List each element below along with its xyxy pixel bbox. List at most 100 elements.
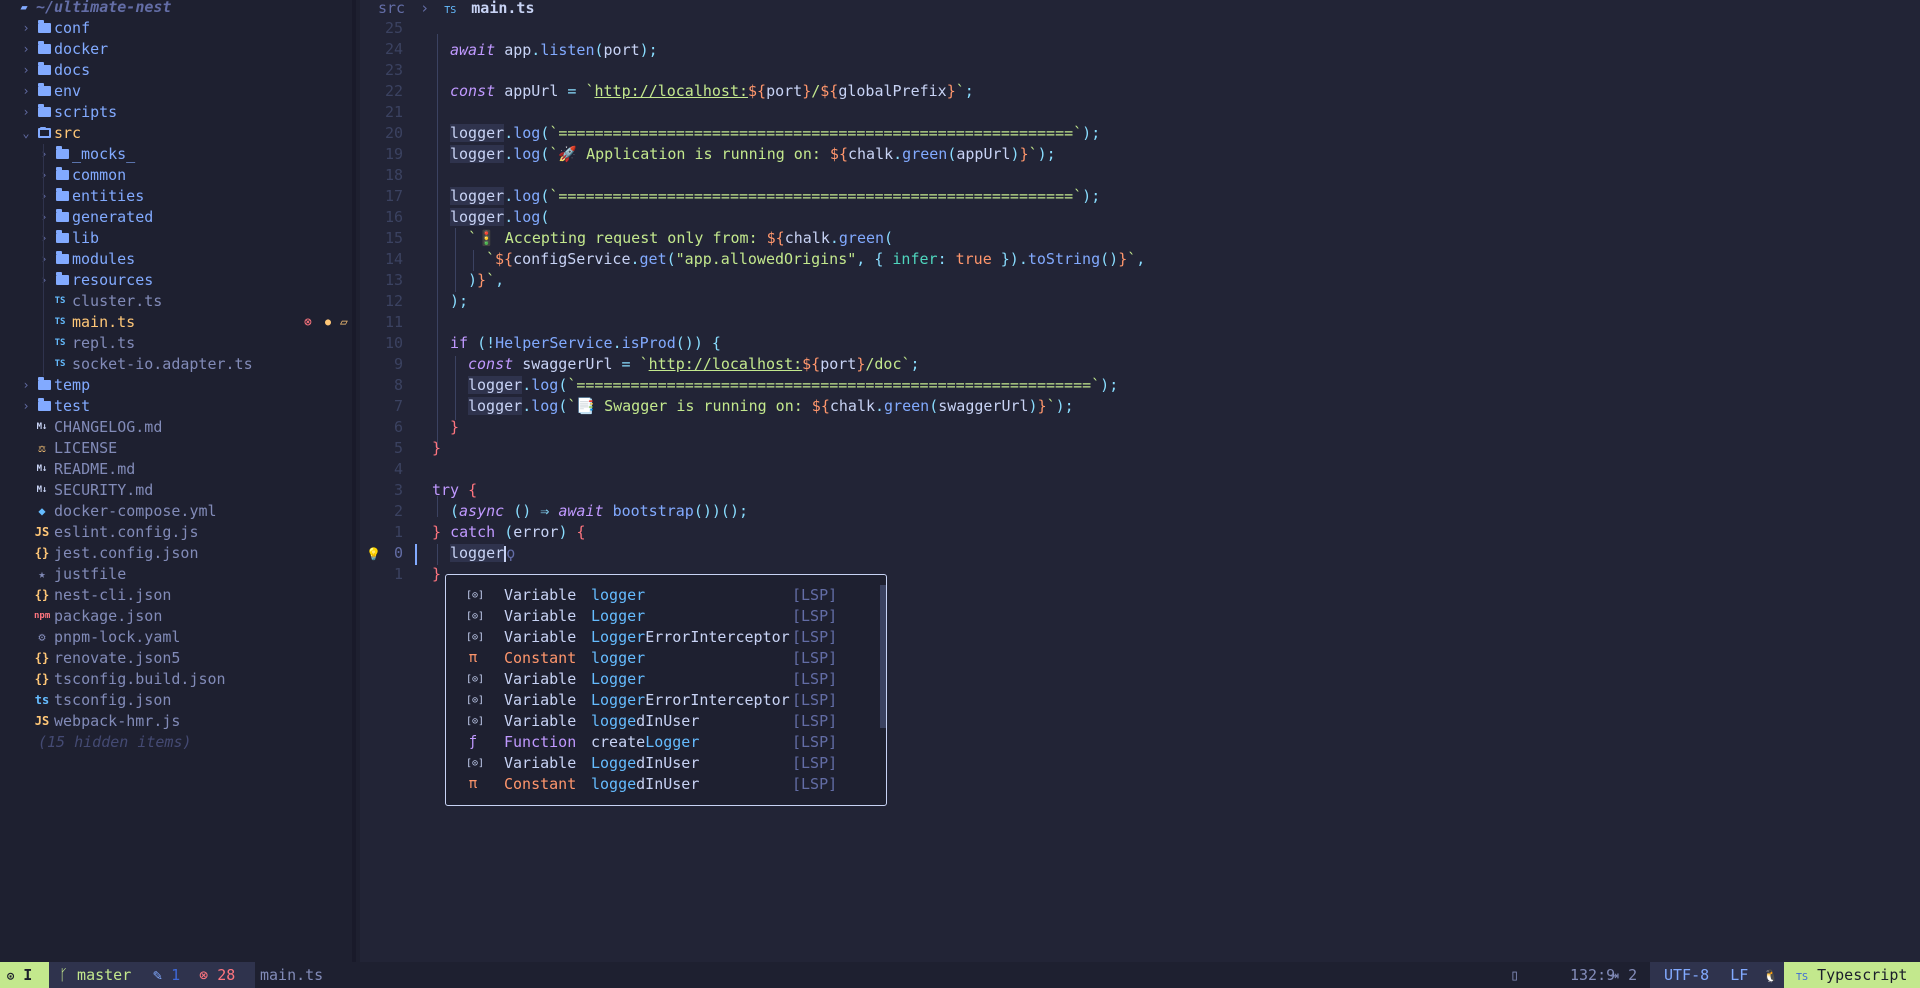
- tree-item-modules[interactable]: › modules: [0, 249, 356, 270]
- tree-item-security-md[interactable]: M↓ SECURITY.md: [0, 480, 356, 501]
- tree-item-jest-config-json[interactable]: {} jest.config.json: [0, 543, 356, 564]
- variable-kind-icon: [⊙]: [466, 632, 485, 643]
- hidden-items-label: (15 hidden items): [38, 733, 192, 751]
- tree-item-common[interactable]: › common: [0, 165, 356, 186]
- chevron-right-icon[interactable]: ›: [38, 228, 50, 249]
- completion-item[interactable]: π Constant logger [LSP]: [446, 648, 876, 669]
- tree-item-webpack-hmr-js[interactable]: JS webpack-hmr.js: [0, 711, 356, 732]
- tree-item-changelog-md[interactable]: M↓ CHANGELOG.md: [0, 417, 356, 438]
- gear-file-icon: ⚙: [38, 630, 46, 644]
- completion-item[interactable]: [⊙] Variable loggedInUser [LSP]: [446, 711, 876, 732]
- code-line[interactable]: }: [432, 564, 441, 585]
- chevron-right-icon[interactable]: ›: [38, 186, 50, 207]
- folder-icon: [54, 228, 70, 249]
- code-line[interactable]: `${configService.get("app.allowedOrigins…: [486, 249, 1145, 270]
- chevron-right-icon[interactable]: ›: [20, 375, 32, 396]
- code-line[interactable]: try {: [432, 480, 477, 501]
- code-line[interactable]: logger.log(`============================…: [450, 186, 1100, 207]
- code-line-current[interactable]: logger ϙ: [450, 543, 515, 564]
- code-line[interactable]: (async () ⇒ await bootstrap())();: [450, 501, 748, 522]
- tree-item-docker[interactable]: › docker: [0, 39, 356, 60]
- chevron-down-icon[interactable]: ⌄: [20, 123, 32, 144]
- tree-item-scripts[interactable]: › scripts: [0, 102, 356, 123]
- tree-item-main-ts[interactable]: TS main.ts ⊗ ● ▱: [0, 312, 356, 333]
- diagnostics[interactable]: ✎ 1 ⊗ 28: [151, 962, 255, 988]
- lightbulb-icon[interactable]: 💡: [366, 544, 381, 565]
- code-line[interactable]: const swaggerUrl = `http://localhost:${p…: [468, 354, 920, 375]
- chevron-right-icon[interactable]: ›: [20, 39, 32, 60]
- completion-item[interactable]: [⊙] Variable LoggerErrorInterceptor [LSP]: [446, 627, 876, 648]
- code-line[interactable]: );: [450, 291, 468, 312]
- tree-item-conf[interactable]: › conf: [0, 18, 356, 39]
- chevron-right-icon[interactable]: ›: [38, 270, 50, 291]
- chevron-right-icon[interactable]: ›: [38, 249, 50, 270]
- tree-item-generated[interactable]: › generated: [0, 207, 356, 228]
- chevron-right-icon[interactable]: ›: [20, 81, 32, 102]
- completion-item[interactable]: [⊙] Variable Logger [LSP]: [446, 669, 876, 690]
- tree-item-docs[interactable]: › docs: [0, 60, 356, 81]
- tree-item-resources[interactable]: › resources: [0, 270, 356, 291]
- chevron-right-icon[interactable]: ›: [38, 165, 50, 186]
- code-line[interactable]: logger.log(`🚀 Application is running on:…: [450, 144, 1056, 165]
- chevron-right-icon[interactable]: ›: [20, 18, 32, 39]
- chevron-right-icon[interactable]: ›: [20, 60, 32, 81]
- code-editor[interactable]: src › TS main.ts 25 24 23 22 21 20 19 18 17 16 15 1…: [360, 0, 1920, 962]
- language-mode[interactable]: TS Typescript: [1784, 962, 1920, 988]
- tree-item-test[interactable]: › test: [0, 396, 356, 417]
- completion-item[interactable]: [⊙] Variable Logger [LSP]: [446, 606, 876, 627]
- tree-item-lib[interactable]: › lib: [0, 228, 356, 249]
- completion-item[interactable]: [⊙] Variable LoggedInUser [LSP]: [446, 753, 876, 774]
- code-line[interactable]: }: [450, 417, 459, 438]
- explorer-root[interactable]: ▰ ~/ultimate-nest: [0, 0, 356, 18]
- unsaved-icon: ▱: [340, 315, 348, 330]
- tree-item-justfile[interactable]: ★ justfile: [0, 564, 356, 585]
- tree-item-tsconfig-build-json[interactable]: {} tsconfig.build.json: [0, 669, 356, 690]
- completion-item[interactable]: [⊙] Variable logger [LSP]: [446, 585, 876, 606]
- tree-item-renovate-json5[interactable]: {} renovate.json5: [0, 648, 356, 669]
- hidden-items-count[interactable]: (15 hidden items): [0, 732, 356, 753]
- code-line[interactable]: } catch (error) {: [432, 522, 586, 543]
- breadcrumb-folder[interactable]: src: [378, 0, 405, 17]
- tree-item-package-json[interactable]: npm package.json: [0, 606, 356, 627]
- tree-item-socket-io-adapter-ts[interactable]: TS socket-io.adapter.ts: [0, 354, 356, 375]
- tree-item-temp[interactable]: › temp: [0, 375, 356, 396]
- tree-item-cluster-ts[interactable]: TS cluster.ts: [0, 291, 356, 312]
- tree-item-license[interactable]: ⚖ LICENSE: [0, 438, 356, 459]
- tree-item-eslint-config-js[interactable]: JS eslint.config.js: [0, 522, 356, 543]
- tree-item-readme-md[interactable]: M↓ README.md: [0, 459, 356, 480]
- code-line[interactable]: logger.log(`============================…: [468, 375, 1118, 396]
- chevron-right-icon[interactable]: ›: [20, 102, 32, 123]
- code-line[interactable]: const appUrl = `http://localhost:${port}…: [450, 81, 974, 102]
- tree-item-docker-compose-yml[interactable]: ◆ docker-compose.yml: [0, 501, 356, 522]
- completion-item[interactable]: [⊙] Variable LoggerErrorInterceptor [LSP]: [446, 690, 876, 711]
- code-line[interactable]: if (!HelperService.isProd()) {: [450, 333, 721, 354]
- code-line[interactable]: logger.log(: [450, 207, 549, 228]
- tree-item-repl-ts[interactable]: TS repl.ts: [0, 333, 356, 354]
- code-line[interactable]: }: [432, 438, 441, 459]
- chevron-right-icon[interactable]: ›: [38, 207, 50, 228]
- tree-item-pnpm-lock-yaml[interactable]: ⚙ pnpm-lock.yaml: [0, 627, 356, 648]
- code-line[interactable]: logger.log(`============================…: [450, 123, 1100, 144]
- tree-item-src[interactable]: ⌄ src: [0, 123, 356, 144]
- completion-item[interactable]: π Constant loggedInUser [LSP]: [446, 774, 876, 795]
- completion-item[interactable]: ƒ Function createLogger [LSP]: [446, 732, 876, 753]
- tree-item-label: docker-compose.yml: [54, 502, 217, 520]
- code-line[interactable]: await app.listen(port);: [450, 40, 658, 61]
- code-line[interactable]: `🚦 Accepting request only from: ${chalk.…: [468, 228, 893, 249]
- indent-info[interactable]: ⇥ 2: [1610, 962, 1637, 988]
- chevron-right-icon[interactable]: ›: [38, 144, 50, 165]
- chevron-right-icon[interactable]: ›: [20, 396, 32, 417]
- code-line[interactable]: )}`,: [468, 270, 504, 291]
- file-format[interactable]: UTF-8 LF 🐧: [1650, 962, 1784, 988]
- tree-item-entities[interactable]: › entities: [0, 186, 356, 207]
- breadcrumb-file[interactable]: main.ts: [471, 0, 534, 17]
- cursor-position[interactable]: 132:9: [1570, 962, 1615, 988]
- tree-item-env[interactable]: › env: [0, 81, 356, 102]
- code-line[interactable]: logger.log(`📑 Swagger is running on: ${c…: [468, 396, 1074, 417]
- tree-item-tsconfig-json[interactable]: ts tsconfig.json: [0, 690, 356, 711]
- tree-item-nest-cli-json[interactable]: {} nest-cli.json: [0, 585, 356, 606]
- tree-item--mocks-[interactable]: › _mocks_: [0, 144, 356, 165]
- completion-scrollbar[interactable]: [880, 585, 886, 728]
- completion-popup[interactable]: [⊙] Variable logger [LSP] [⊙] Variable Logger[…: [445, 574, 887, 806]
- git-branch[interactable]: ᚴ master: [49, 962, 151, 988]
